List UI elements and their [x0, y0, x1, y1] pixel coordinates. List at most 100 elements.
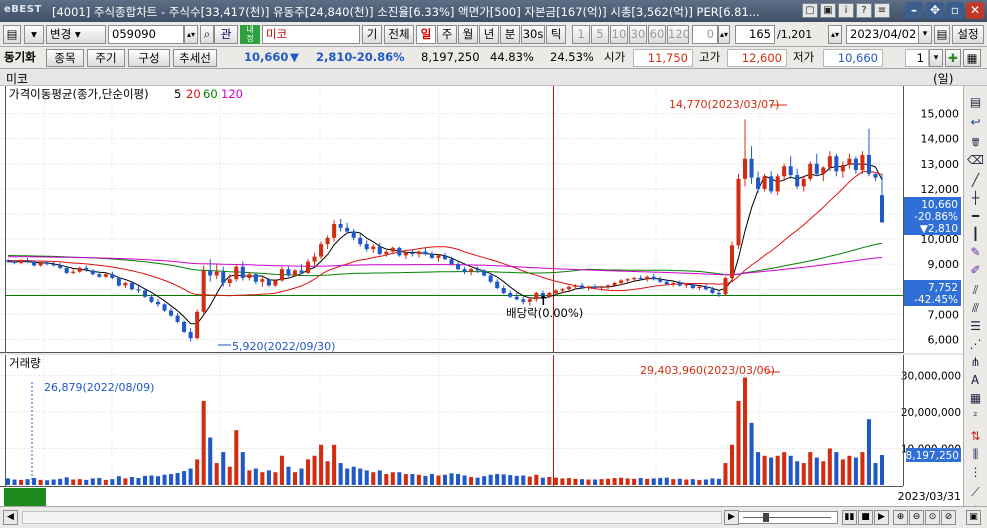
item-button[interactable]: 종목: [46, 49, 84, 67]
minimize-button[interactable]: –: [905, 2, 923, 19]
period-month-button[interactable]: 월: [458, 25, 478, 44]
eraser-icon[interactable]: ⌫: [967, 152, 984, 169]
tick-spinner[interactable]: ▴▾: [718, 25, 730, 44]
compose-button[interactable]: 구성: [128, 49, 170, 67]
chart-area[interactable]: 15,00014,00013,00012,00011,00010,0009,00…: [0, 86, 963, 506]
all-button[interactable]: 전체: [384, 25, 414, 44]
cycle-button[interactable]: 주기: [87, 49, 125, 67]
period-year-button[interactable]: 년: [479, 25, 499, 44]
arrows-icon[interactable]: ⇅: [967, 428, 984, 445]
settings-button[interactable]: 설정: [952, 25, 984, 44]
zoom-slider[interactable]: [738, 511, 838, 524]
minute-30-button[interactable]: 30: [629, 25, 647, 44]
stock-chart[interactable]: 15,00014,00013,00012,00011,00010,0009,00…: [0, 86, 963, 506]
moving-average-lines: [7, 163, 883, 325]
window-menu-icon[interactable]: ▢: [802, 3, 818, 18]
period-tick-button[interactable]: 틱: [546, 25, 566, 44]
date-dropdown-icon[interactable]: ▾: [918, 25, 932, 44]
chart-menu-icon[interactable]: ▤: [3, 25, 21, 44]
minute-5-button[interactable]: 5: [591, 25, 609, 44]
period-day-button[interactable]: 일: [416, 25, 436, 44]
zoom-fit-icon[interactable]: ⊙: [925, 510, 940, 525]
close-button[interactable]: ✕: [966, 2, 984, 19]
volume-bar: [299, 468, 304, 485]
spin-dropdown-icon[interactable]: ▾: [929, 49, 943, 67]
period-minute-button[interactable]: 분: [500, 25, 520, 44]
play-icon[interactable]: ▶: [874, 510, 889, 525]
scroll-right-small-icon[interactable]: ▶: [724, 510, 739, 525]
volume-bar: [84, 479, 89, 485]
sync-label[interactable]: 동기화: [4, 49, 36, 67]
minute-10-button[interactable]: 10: [610, 25, 628, 44]
zoom-reset-icon[interactable]: ⊘: [941, 510, 956, 525]
stock-code-input[interactable]: 059090: [108, 25, 184, 44]
spin-input[interactable]: 1: [905, 49, 929, 67]
trendline-icon[interactable]: ╱: [967, 172, 984, 189]
grid-tool-icon[interactable]: ▦: [967, 390, 984, 407]
text-tool-icon[interactable]: Ꭺ: [967, 372, 984, 389]
bar-mode-icon[interactable]: ▮▮: [842, 510, 857, 525]
zigzag-icon[interactable]: ᶻ: [967, 408, 984, 425]
scroll-track[interactable]: [22, 511, 722, 524]
tick-input[interactable]: 0: [692, 25, 718, 44]
code-spinner[interactable]: ▴▾: [184, 25, 198, 44]
minute-120-button[interactable]: 120: [667, 25, 690, 44]
pencil-icon[interactable]: ✎: [967, 244, 984, 261]
fibonacci-icon[interactable]: ☰: [967, 318, 984, 335]
add-icon[interactable]: ✚: [945, 49, 961, 67]
candle-body: [390, 247, 395, 252]
horizontal-line-icon[interactable]: ━: [967, 208, 984, 225]
volume-bar: [619, 477, 624, 485]
candle-body: [475, 269, 480, 271]
save-icon[interactable]: ▤: [934, 25, 950, 44]
volume-bar: [442, 474, 448, 485]
minute-1-button[interactable]: 1: [572, 25, 590, 44]
period-week-button[interactable]: 주: [437, 25, 457, 44]
period-marker-icon[interactable]: ⋮: [967, 464, 984, 481]
parallel-line-icon[interactable]: ⫽: [967, 282, 984, 299]
candle-body: [658, 279, 663, 282]
candle-body: [729, 245, 735, 278]
gi-button[interactable]: 기: [362, 25, 382, 44]
undo-icon[interactable]: ↩: [967, 114, 984, 131]
cross-line-icon[interactable]: ┼: [967, 190, 984, 207]
period-30s-button[interactable]: 30s: [521, 25, 545, 44]
panel-separator: [0, 353, 963, 355]
window-tile-icon[interactable]: ▣: [820, 3, 836, 18]
window-help-icon[interactable]: ?: [856, 3, 872, 18]
minute-60-button[interactable]: 60: [648, 25, 666, 44]
toolbar-toggle-icon[interactable]: ▤: [967, 94, 984, 111]
candle-body: [527, 299, 532, 302]
stop-icon[interactable]: ■: [858, 510, 873, 525]
trendline-button[interactable]: 추세선: [173, 49, 217, 67]
count-spinner[interactable]: ▴▾: [828, 25, 842, 44]
display-count-input[interactable]: 165: [735, 25, 775, 44]
collapse-icon[interactable]: ▣: [966, 510, 981, 525]
window-info-icon[interactable]: i: [838, 3, 854, 18]
search-icon[interactable]: ⌕: [200, 25, 214, 44]
cycle-line-icon[interactable]: ⫼: [967, 446, 984, 463]
zoom-out-icon[interactable]: ⊖: [909, 510, 924, 525]
watchlist-button[interactable]: 관: [214, 25, 238, 44]
vertical-line-icon[interactable]: ┃: [967, 226, 984, 243]
candle-body: [371, 246, 376, 250]
andrews-icon[interactable]: ⋔: [967, 354, 984, 371]
volume-bar: [429, 474, 434, 485]
gann-fan-icon[interactable]: ⋰: [967, 336, 984, 353]
change-button[interactable]: 변경 ▾: [46, 25, 106, 44]
move-button[interactable]: ✥: [926, 2, 944, 19]
marker-icon[interactable]: ✐: [967, 262, 984, 279]
stock-name-field[interactable]: 미코: [262, 25, 360, 44]
channel-icon[interactable]: ⫻: [967, 300, 984, 317]
zoom-in-icon[interactable]: ⊕: [893, 510, 908, 525]
delete-all-icon[interactable]: 🗑: [967, 134, 984, 151]
maximize-button[interactable]: ▫: [946, 2, 964, 19]
speed-line-icon[interactable]: ⟋: [967, 484, 984, 501]
layout-icon[interactable]: ▦: [963, 49, 981, 67]
dropdown-icon[interactable]: ▾: [24, 25, 44, 44]
candle-body: [51, 264, 56, 266]
x-axis-scroll-thumb[interactable]: [4, 488, 46, 506]
scroll-left-icon[interactable]: ◀: [3, 510, 18, 525]
volume-bar: [208, 437, 213, 485]
window-list-icon[interactable]: ≡: [874, 3, 890, 18]
